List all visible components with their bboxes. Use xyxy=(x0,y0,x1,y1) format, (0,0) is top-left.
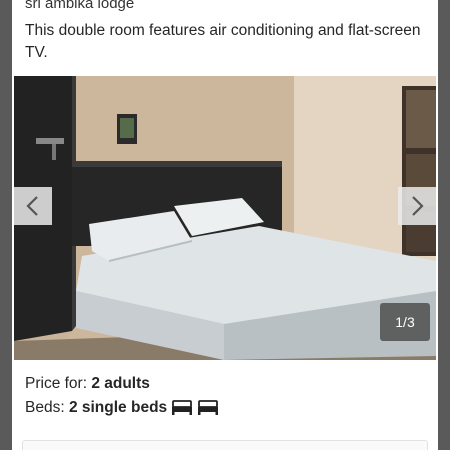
room-info: Price for: 2 adults Beds: 2 single beds xyxy=(25,372,219,420)
single-bed-icon xyxy=(172,400,193,415)
beds-value: 2 single beds xyxy=(68,399,168,416)
room-photo xyxy=(14,76,436,360)
gallery-next-button[interactable] xyxy=(398,187,436,225)
beds-label: Beds: xyxy=(25,399,65,416)
background-page-left-edge xyxy=(0,0,12,450)
price-row: Price for: 2 adults xyxy=(25,372,219,396)
gallery-prev-button[interactable] xyxy=(14,187,52,225)
room-details-card: sri ambika lodge This double room featur… xyxy=(12,0,438,450)
price-value: 2 adults xyxy=(91,375,150,392)
chevron-left-icon xyxy=(26,196,38,216)
background-page-right-edge xyxy=(438,0,450,450)
room-description: This double room features air conditioni… xyxy=(25,22,421,61)
beds-row: Beds: 2 single beds xyxy=(25,396,219,420)
room-photo-gallery[interactable]: 1/3 xyxy=(14,76,436,360)
single-bed-icon xyxy=(198,400,219,415)
room-options-panel xyxy=(22,440,428,450)
chevron-right-icon xyxy=(412,196,424,216)
lodge-name: sri ambika lodge xyxy=(25,0,135,12)
gallery-counter: 1/3 xyxy=(380,303,430,341)
price-label: Price for: xyxy=(25,375,88,392)
